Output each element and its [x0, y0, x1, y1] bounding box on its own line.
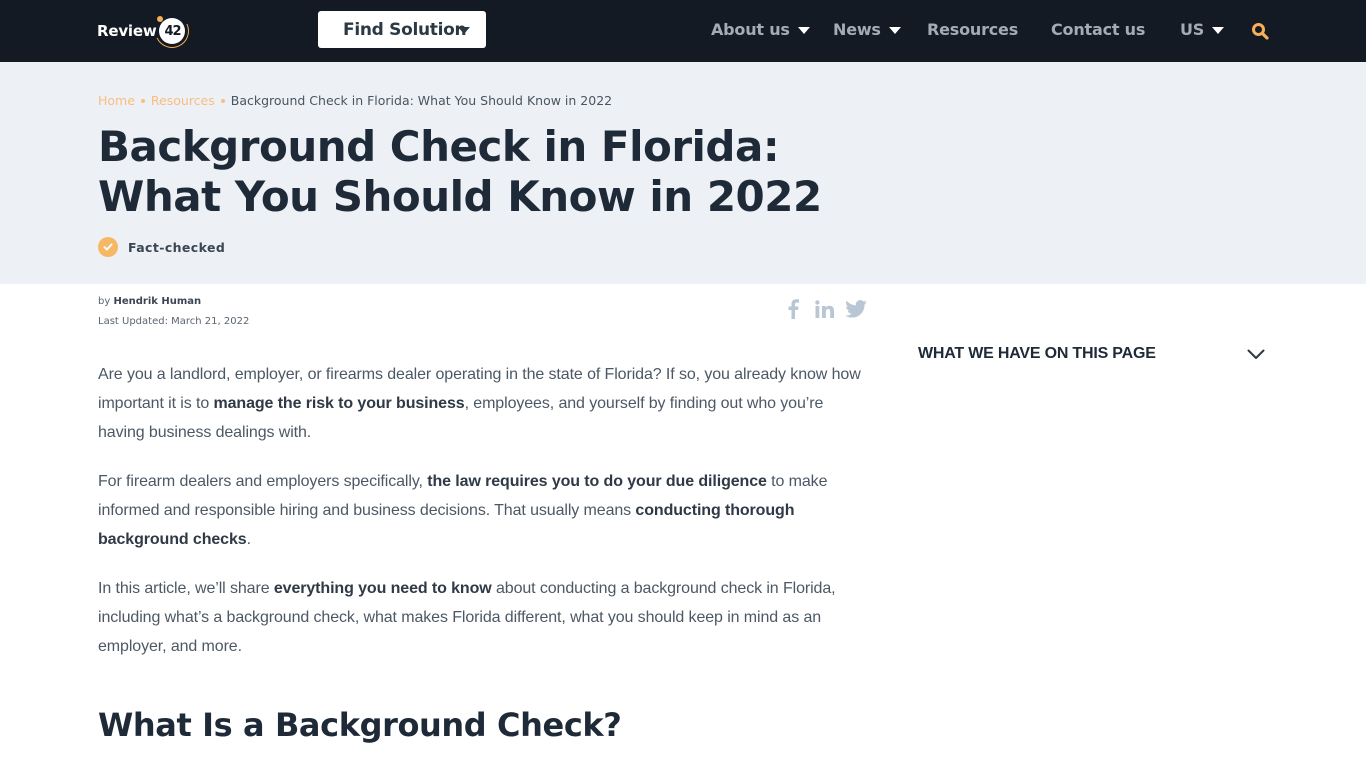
table-of-contents-toggle[interactable]: WHAT WE HAVE ON THIS PAGE: [918, 338, 1268, 370]
review42-logo[interactable]: Review 42: [97, 9, 195, 53]
section-heading: What Is a Background Check?: [98, 706, 622, 744]
article-paragraph: Are you a landlord, employer, or firearm…: [98, 360, 868, 447]
breadcrumb-current: Background Check in Florida: What You Sh…: [230, 93, 613, 108]
fact-checked-badge[interactable]: Fact-checked: [98, 237, 225, 257]
caret-down-icon: [797, 26, 810, 34]
paragraph-text: In this article, we’ll share: [98, 580, 274, 597]
share-buttons: [784, 298, 868, 320]
checkmark-icon: [98, 237, 118, 257]
article-body: Are you a landlord, employer, or firearm…: [98, 360, 868, 681]
nav-resources[interactable]: Resources: [927, 20, 1018, 39]
article-paragraph: For firearm dealers and employers specif…: [98, 467, 868, 554]
nav-news[interactable]: News: [833, 20, 901, 39]
nav-region-us[interactable]: US: [1180, 20, 1225, 39]
byline: by Hendrik Human: [98, 296, 202, 307]
breadcrumb: Home Resources Background Check in Flori…: [98, 93, 612, 108]
logo-badge-icon: 42: [150, 9, 195, 53]
breadcrumb-resources[interactable]: Resources: [151, 93, 215, 108]
search-icon[interactable]: [1251, 22, 1269, 40]
find-solution-label: Find Solution: [343, 19, 467, 40]
find-solution-dropdown[interactable]: Find Solution: [318, 11, 486, 48]
breadcrumb-separator: [140, 98, 145, 103]
toc-label: WHAT WE HAVE ON THIS PAGE: [918, 345, 1156, 362]
last-updated: Last Updated: March 21, 2022: [98, 316, 250, 327]
emphasis-text: the law requires you to do your due dili…: [427, 473, 767, 490]
emphasis-text: manage the risk to your business: [213, 395, 465, 412]
chevron-down-icon: [1247, 349, 1265, 359]
top-navigation: Review 42 Find Solution About us News Re…: [0, 0, 1366, 62]
paragraph-text: .: [246, 531, 251, 548]
caret-down-icon: [888, 26, 901, 34]
twitter-icon[interactable]: [844, 298, 868, 320]
logo-text: Review: [97, 22, 157, 40]
facebook-icon[interactable]: [784, 298, 802, 320]
author-link[interactable]: Hendrik Human: [113, 296, 201, 307]
linkedin-icon[interactable]: [814, 298, 836, 320]
page-title: Background Check in Florida: What You Sh…: [98, 122, 822, 221]
caret-down-icon: [458, 27, 470, 34]
breadcrumb-home[interactable]: Home: [98, 93, 135, 108]
emphasis-text: everything you need to know: [273, 580, 492, 597]
article-paragraph: In this article, we’ll share everything …: [98, 574, 868, 661]
nav-about-us[interactable]: About us: [711, 20, 810, 39]
nav-contact-us[interactable]: Contact us: [1051, 20, 1145, 39]
caret-down-icon: [1212, 26, 1225, 34]
paragraph-text: For firearm dealers and employers specif…: [98, 473, 428, 490]
fact-checked-label: Fact-checked: [128, 239, 226, 255]
breadcrumb-separator: [220, 98, 225, 103]
